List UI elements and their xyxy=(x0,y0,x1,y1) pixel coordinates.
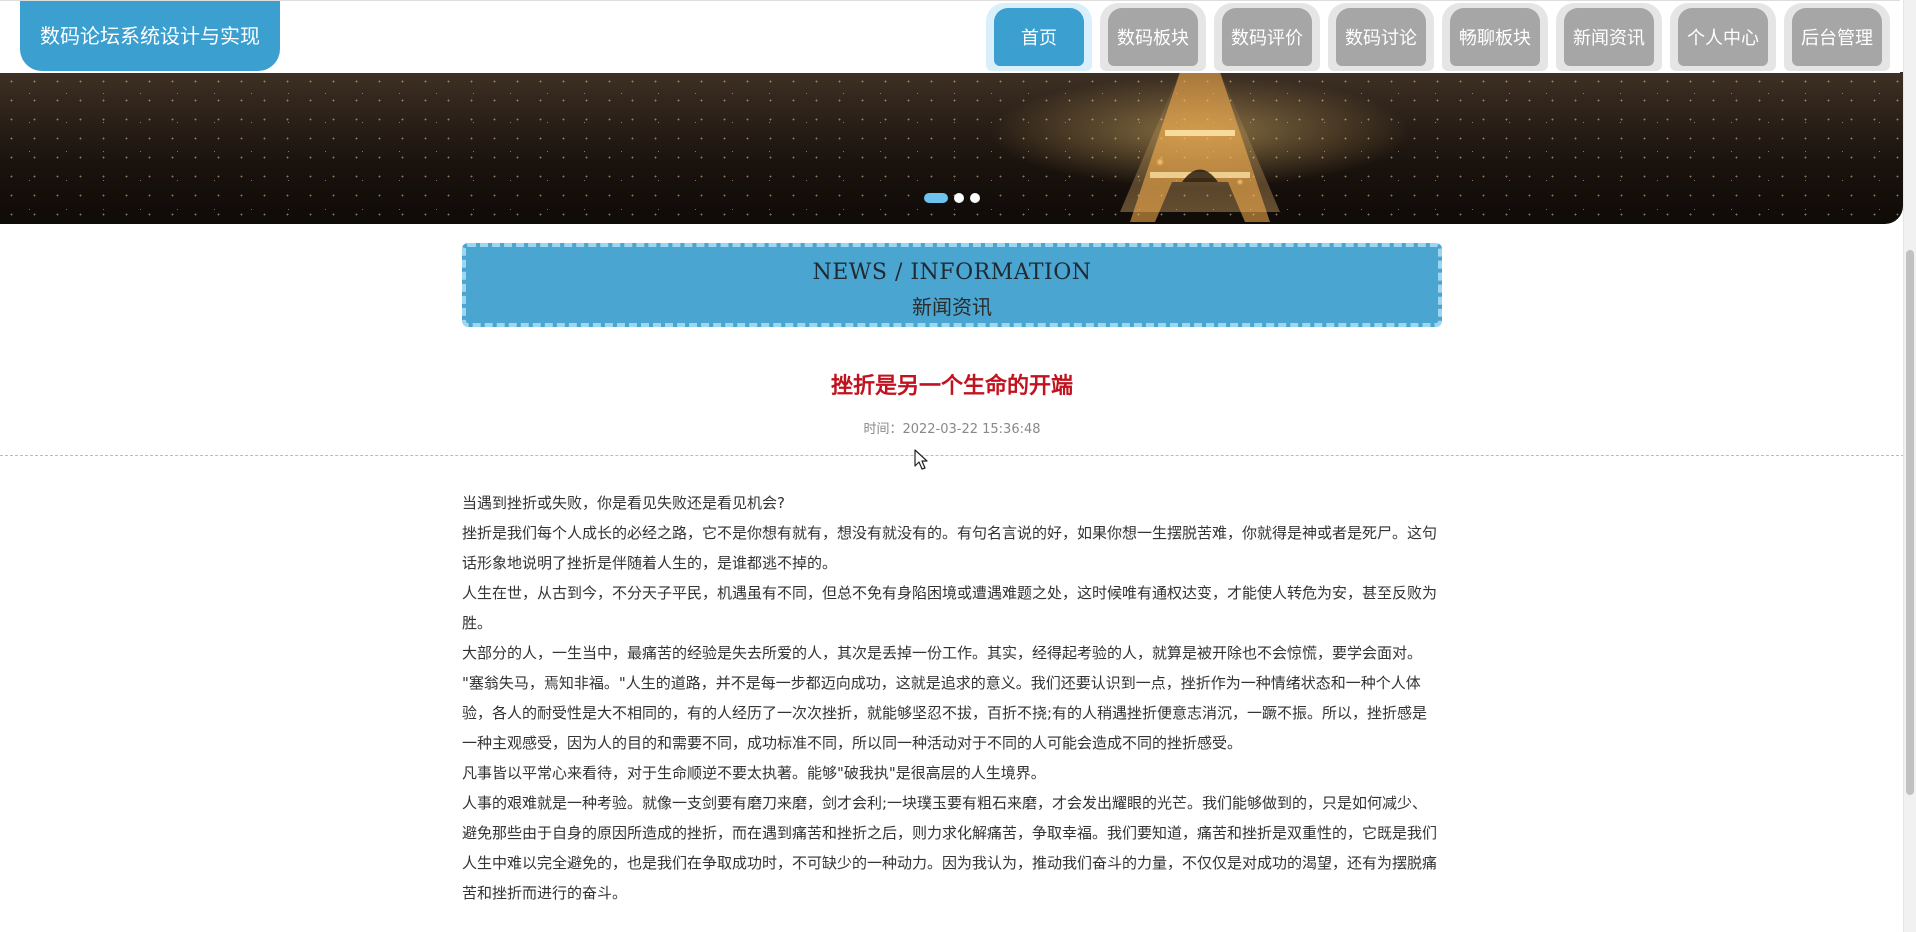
nav-label: 首页 xyxy=(994,8,1084,66)
carousel-dot[interactable] xyxy=(970,193,980,203)
nav-item-profile[interactable]: 个人中心 xyxy=(1670,3,1776,71)
nav-label: 畅聊板块 xyxy=(1450,8,1540,66)
nav-item-home[interactable]: 首页 xyxy=(986,3,1092,71)
nav-item-digital-discussion[interactable]: 数码讨论 xyxy=(1328,3,1434,71)
nav-item-chat-section[interactable]: 畅聊板块 xyxy=(1442,3,1548,71)
page: 数码论坛系统设计与实现 首页 数码板块 数码评价 数码讨论 畅聊板块 新闻资讯 … xyxy=(0,0,1916,932)
header: 数码论坛系统设计与实现 首页 数码板块 数码评价 数码讨论 畅聊板块 新闻资讯 … xyxy=(0,0,1900,73)
banner-carousel[interactable] xyxy=(0,72,1903,224)
section-title-box: NEWS / INFORMATION 新闻资讯 xyxy=(462,243,1442,327)
carousel-dot[interactable] xyxy=(954,193,964,203)
site-brand[interactable]: 数码论坛系统设计与实现 xyxy=(20,1,280,71)
nav-item-news[interactable]: 新闻资讯 xyxy=(1556,3,1662,71)
mouse-cursor-icon xyxy=(914,449,928,470)
article-time: 时间：2022-03-22 15:36:48 xyxy=(863,422,1041,437)
carousel-dot[interactable] xyxy=(924,193,948,203)
article-paragraph: 挫折是我们每个人成长的必经之路，它不是你想有就有，想没有就没有的。有句名言说的好… xyxy=(462,524,1438,572)
main-nav: 首页 数码板块 数码评价 数码讨论 畅聊板块 新闻资讯 个人中心 后台管理 xyxy=(986,3,1890,73)
nav-label: 数码讨论 xyxy=(1336,8,1426,66)
article-paragraph: 大部分的人，一生当中，最痛苦的经验是失去所爱的人，其次是丢掉一份工作。其实，经得… xyxy=(462,644,1423,662)
nav-label: 新闻资讯 xyxy=(1564,8,1654,66)
article-paragraph: 人生在世，从古到今，不分天子平民，机遇虽有不同，但总不免有身陷困境或遭遇难题之处… xyxy=(462,584,1438,632)
nav-label: 个人中心 xyxy=(1678,8,1768,66)
divider xyxy=(0,455,1904,456)
article-content: 当遇到挫折或失败，你是看见失败还是看见机会? 挫折是我们每个人成长的必经之路，它… xyxy=(462,488,1442,908)
nav-label: 后台管理 xyxy=(1792,8,1882,66)
carousel-indicators xyxy=(924,193,980,203)
section-title-zh: 新闻资讯 xyxy=(912,295,992,319)
article-paragraph: 当遇到挫折或失败，你是看见失败还是看见机会? xyxy=(462,494,785,512)
article-paragraph: "塞翁失马，焉知非福。"人生的道路，并不是每一步都迈向成功，这就是追求的意义。我… xyxy=(462,674,1428,752)
eiffel-tower-image xyxy=(1130,72,1270,222)
nav-item-digital-review[interactable]: 数码评价 xyxy=(1214,3,1320,71)
page-scrollbar[interactable] xyxy=(1903,0,1916,932)
nav-label: 数码评价 xyxy=(1222,8,1312,66)
nav-label: 数码板块 xyxy=(1108,8,1198,66)
article-paragraph: 人事的艰难就是一种考验。就像一支剑要有磨刀来磨，剑才会利;一块璞玉要有粗石来磨，… xyxy=(462,794,1438,902)
article-paragraph: 凡事皆以平常心来看待，对于生命顺逆不要太执著。能够"破我执"是很高层的人生境界。 xyxy=(462,764,1046,782)
nav-item-digital-section[interactable]: 数码板块 xyxy=(1100,3,1206,71)
scrollbar-thumb[interactable] xyxy=(1906,250,1914,795)
section-title-en: NEWS / INFORMATION xyxy=(812,260,1092,285)
article-title: 挫折是另一个生命的开端 xyxy=(830,374,1073,399)
nav-item-admin[interactable]: 后台管理 xyxy=(1784,3,1890,71)
